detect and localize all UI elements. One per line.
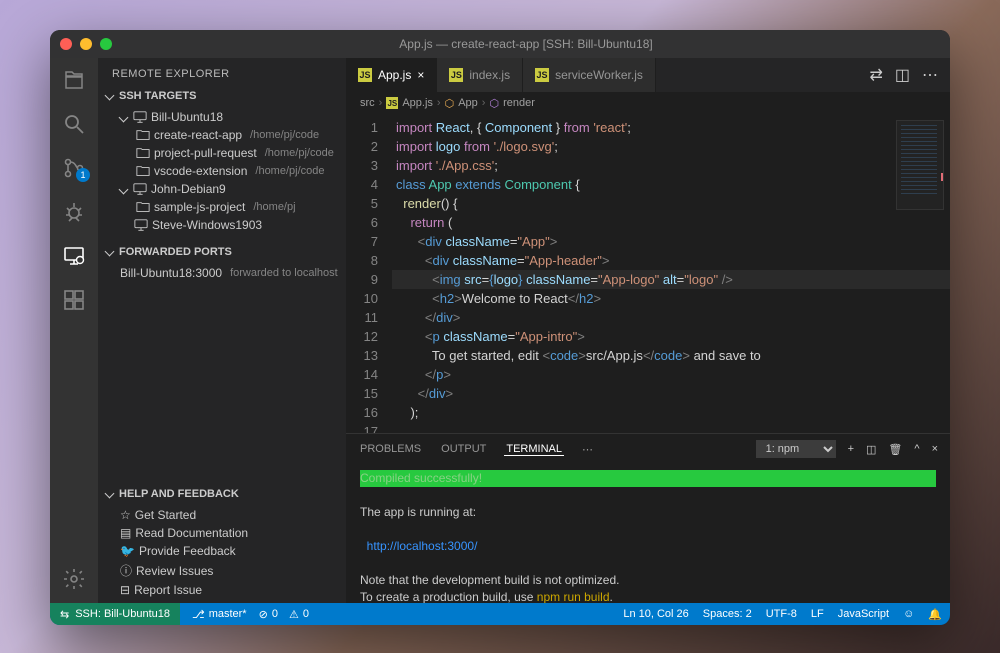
panel-tab-problems[interactable]: PROBLEMS — [358, 443, 423, 455]
status-bell-icon[interactable]: 🔔 — [928, 608, 942, 621]
search-icon[interactable] — [62, 112, 86, 136]
scm-icon[interactable]: 1 — [62, 156, 86, 180]
error-icon: ⊘ — [259, 608, 268, 621]
new-terminal-icon[interactable]: + — [848, 443, 854, 455]
js-icon: JS — [535, 68, 549, 82]
ssh-host[interactable]: Steve-Windows1903 — [106, 216, 346, 234]
status-feedback-icon[interactable]: ☺ — [903, 608, 914, 620]
editor-area: JSApp.js× JSindex.js JSserviceWorker.js … — [346, 58, 950, 603]
split-terminal-icon[interactable]: ◫ — [866, 443, 876, 456]
explorer-icon[interactable] — [62, 68, 86, 92]
ssh-host[interactable]: John-Debian9 — [106, 180, 346, 198]
minimize-window[interactable] — [80, 38, 92, 50]
help-header[interactable]: HELP AND FEEDBACK — [98, 484, 346, 504]
status-branch[interactable]: ⎇master* — [192, 608, 247, 621]
maximize-panel-icon[interactable]: ^ — [914, 443, 919, 455]
status-eol[interactable]: LF — [811, 608, 824, 620]
status-spaces[interactable]: Spaces: 2 — [703, 608, 752, 620]
ssh-host[interactable]: Bill-Ubuntu18 — [106, 108, 346, 126]
status-encoding[interactable]: UTF-8 — [766, 608, 797, 620]
close-icon[interactable]: × — [417, 68, 424, 82]
ssh-folder[interactable]: sample-js-project/home/pj — [106, 198, 346, 216]
breadcrumb[interactable]: src› JSApp.js› ⬡App› ⬡render — [346, 92, 950, 114]
more-icon[interactable]: ⋯ — [922, 65, 938, 85]
kill-terminal-icon[interactable]: 🗑 — [888, 443, 902, 456]
status-problems[interactable]: ⊘0 ⚠0 — [259, 608, 309, 621]
help-feedback[interactable]: 🐦Provide Feedback — [106, 542, 346, 560]
js-icon: JS — [386, 97, 398, 109]
status-bar: ⇆SSH: Bill-Ubuntu18 ⎇master* ⊘0 ⚠0 Ln 10… — [50, 603, 950, 625]
help-docs[interactable]: ▤Read Documentation — [106, 524, 346, 542]
remote-icon: ⇆ — [60, 608, 69, 621]
ssh-tree: Bill-Ubuntu18 create-react-app/home/pj/c… — [98, 106, 346, 242]
star-icon: ☆ — [120, 508, 131, 522]
report-icon: ⊟ — [120, 583, 130, 597]
status-cursor-pos[interactable]: Ln 10, Col 26 — [623, 608, 688, 620]
tab-index-js[interactable]: JSindex.js — [437, 58, 523, 92]
vscode-window: App.js — create-react-app [SSH: Bill-Ubu… — [50, 30, 950, 625]
code-editor[interactable]: 1234567891011121314151617 import React, … — [346, 114, 950, 433]
panel-tab-terminal[interactable]: TERMINAL — [504, 443, 564, 456]
help-report[interactable]: ⊟Report Issue — [106, 581, 346, 599]
book-icon: ▤ — [120, 526, 131, 540]
ports-header[interactable]: FORWARDED PORTS — [98, 242, 346, 262]
issues-icon: ⓘ — [120, 562, 132, 579]
tab-serviceworker[interactable]: JSserviceWorker.js — [523, 58, 656, 92]
settings-icon[interactable] — [62, 567, 86, 591]
panel-tab-output[interactable]: OUTPUT — [439, 443, 488, 455]
twitter-icon: 🐦 — [120, 544, 135, 558]
compare-icon[interactable]: ⇄ — [869, 65, 882, 85]
status-lang[interactable]: JavaScript — [838, 608, 889, 620]
ssh-folder[interactable]: create-react-app/home/pj/code — [106, 126, 346, 144]
forwarded-port[interactable]: Bill-Ubuntu18:3000forwarded to localhost — [106, 264, 346, 282]
scm-badge: 1 — [76, 168, 90, 182]
help-issues[interactable]: ⓘReview Issues — [106, 560, 346, 581]
js-icon: JS — [449, 68, 463, 82]
help-get-started[interactable]: ☆Get Started — [106, 506, 346, 524]
tab-app-js[interactable]: JSApp.js× — [346, 58, 437, 92]
close-panel-icon[interactable]: × — [932, 443, 938, 455]
js-icon: JS — [358, 68, 372, 82]
maximize-window[interactable] — [100, 38, 112, 50]
ssh-folder[interactable]: vscode-extension/home/pj/code — [106, 162, 346, 180]
terminal-select[interactable]: 1: npm — [756, 440, 836, 458]
activity-bar: 1 — [50, 58, 98, 603]
extensions-icon[interactable] — [62, 288, 86, 312]
status-remote[interactable]: ⇆SSH: Bill-Ubuntu18 — [50, 603, 180, 625]
split-editor-icon[interactable]: ◫ — [895, 65, 910, 85]
panel-more-icon[interactable]: ⋯ — [580, 443, 595, 456]
terminal-output[interactable]: Compiled successfully! The app is runnin… — [346, 464, 950, 603]
debug-icon[interactable] — [62, 200, 86, 224]
sidebar-title: REMOTE EXPLORER — [98, 58, 346, 86]
bottom-panel: PROBLEMS OUTPUT TERMINAL ⋯ 1: npm + ◫ 🗑 … — [346, 433, 950, 603]
editor-tabs: JSApp.js× JSindex.js JSserviceWorker.js … — [346, 58, 950, 92]
window-controls — [60, 38, 112, 50]
ssh-folder[interactable]: project-pull-request/home/pj/code — [106, 144, 346, 162]
ssh-targets-header[interactable]: SSH TARGETS — [98, 86, 346, 106]
sidebar: REMOTE EXPLORER SSH TARGETS Bill-Ubuntu1… — [98, 58, 346, 603]
branch-icon: ⎇ — [192, 608, 205, 621]
window-title: App.js — create-react-app [SSH: Bill-Ubu… — [112, 37, 940, 51]
remote-explorer-icon[interactable] — [62, 244, 86, 268]
titlebar[interactable]: App.js — create-react-app [SSH: Bill-Ubu… — [50, 30, 950, 58]
close-window[interactable] — [60, 38, 72, 50]
minimap[interactable] — [896, 120, 944, 210]
warning-icon: ⚠ — [289, 608, 299, 621]
